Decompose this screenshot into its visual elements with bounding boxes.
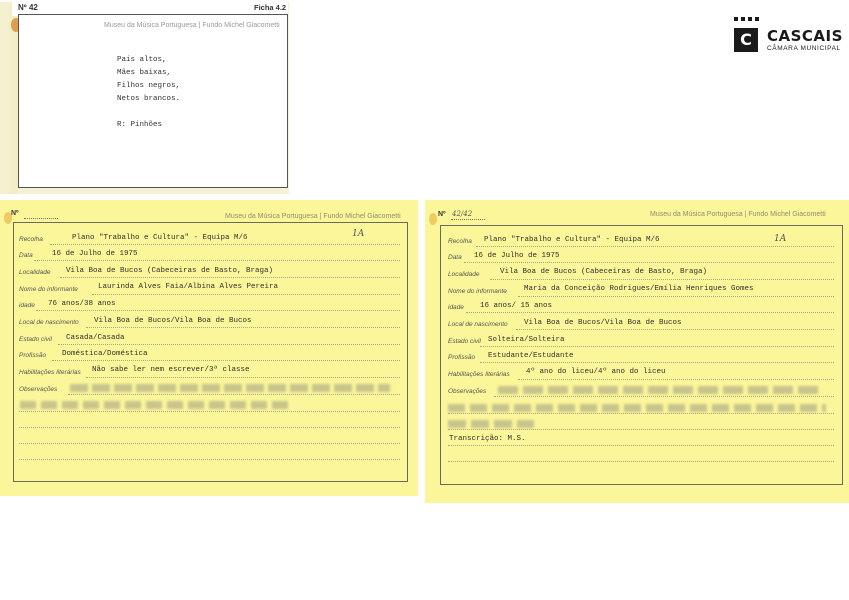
row-line (68, 394, 400, 395)
poem-line-3: Filhos negros, (117, 82, 181, 90)
habilitacoes-value: 4º ano do liceu/4º ano do liceu (526, 368, 666, 376)
top-card-institution: Museu da Música Portuguesa | Fundo Miche… (104, 22, 280, 29)
habilitacoes-label: Habilitações literárias (448, 371, 510, 378)
poem-line-2: Mães baixas, (117, 69, 172, 77)
poem-footer: R: Pinhões (117, 121, 163, 129)
row-line (92, 294, 400, 295)
obs-redacted-3 (448, 420, 534, 428)
right-number-underline (451, 219, 485, 220)
profissao-label: Profissão (448, 354, 476, 361)
left-card-institution: Museu da Música Portuguesa | Fundo Miche… (225, 213, 401, 220)
row-line (516, 329, 834, 330)
nascimento-label: Local de nascimento (448, 321, 508, 328)
recolha-label: Recolha (448, 238, 472, 245)
row-line (490, 279, 834, 280)
logo-mark: C (734, 28, 758, 52)
row-line (58, 344, 400, 345)
idade-value: 76 anos/38 anos (48, 300, 116, 308)
row-line (19, 443, 400, 444)
top-card-number: Nº 42 (18, 3, 38, 12)
row-line (518, 379, 834, 380)
logo-dot (741, 17, 745, 21)
observacoes-label: Observações (448, 388, 487, 395)
right-card-number-label: Nº (438, 211, 446, 218)
left-number-underline (24, 218, 58, 219)
row-line (86, 327, 400, 328)
informante-value: Maria da Conceição Rodrigues/Emília Henr… (524, 285, 754, 293)
nascimento-value: Vila Boa de Bucos/Vila Boa de Bucos (524, 319, 682, 327)
obs-redacted-1 (70, 384, 390, 392)
row-line (476, 246, 834, 247)
recolha-value: Plano "Trabalho e Cultura" - Equipa M/6 (72, 234, 248, 242)
logo-subtitle: CÂMARA MUNICIPAL (767, 45, 841, 52)
row-line (518, 296, 834, 297)
civil-label: Estado civil (19, 336, 52, 343)
row-line (36, 310, 400, 311)
profissao-label: Profissão (19, 352, 47, 359)
row-line (448, 445, 834, 446)
observacoes-label: Observações (19, 386, 58, 393)
top-card-number-value: 42 (28, 3, 38, 12)
informante-label: Nome do informante (19, 286, 78, 293)
row-line (19, 459, 400, 460)
row-line (448, 461, 834, 462)
right-card-number-value: 42/42 (452, 210, 473, 218)
logo-dot (748, 17, 752, 21)
row-line (19, 411, 400, 412)
right-handmark: 1A (774, 234, 787, 244)
row-line (52, 360, 400, 361)
recolha-label: Recolha (19, 236, 43, 243)
row-line (494, 396, 834, 397)
data-label: Data (448, 254, 462, 261)
nascimento-value: Vila Boa de Bucos/Vila Boa de Bucos (94, 317, 252, 325)
top-card-ficha: Ficha 4.2 (254, 3, 287, 12)
logo-dot (755, 17, 759, 21)
localidade-label: Localidade (19, 269, 51, 276)
poem-line-4: Netos brancos. (117, 95, 181, 103)
recolha-value: Plano "Trabalho e Cultura" - Equipa M/6 (484, 236, 660, 244)
informante-value: Laurinda Alves Faia/Albina Alves Pereira (98, 283, 279, 291)
right-card-institution: Museu da Música Portuguesa | Fundo Miche… (650, 211, 826, 218)
row-line (19, 427, 400, 428)
top-card-number-label: Nº (18, 3, 27, 12)
transcricao-value: Transcrição: M.S. (449, 435, 526, 443)
data-value: 16 de Julho de 1975 (474, 252, 560, 260)
habilitacoes-label: Habilitações literárias (19, 369, 81, 376)
habilitacoes-value: Não sabe ler nem escrever/3ª classe (92, 366, 250, 374)
right-stain (429, 213, 437, 225)
civil-value: Solteira/Solteira (488, 336, 565, 344)
localidade-label: Localidade (448, 271, 480, 278)
row-line (480, 346, 834, 347)
data-label: Data (19, 252, 33, 259)
row-line (466, 312, 834, 313)
localidade-value: Vila Boa de Bucos (Cabeceiras de Basto, … (500, 268, 708, 276)
row-line (86, 377, 400, 378)
data-value: 16 de Julho de 1975 (52, 250, 138, 258)
row-line (34, 260, 400, 261)
idade-label: idade (19, 302, 35, 309)
civil-label: Estado civil (448, 338, 481, 345)
logo-dot (734, 17, 738, 21)
obs-redacted-2 (20, 401, 290, 409)
civil-value: Casada/Casada (66, 334, 125, 342)
idade-label: idade (448, 304, 464, 311)
left-handmark: 1A (352, 229, 365, 239)
localidade-value: Vila Boa de Bucos (Cabeceiras de Basto, … (66, 267, 274, 275)
logo-name: CASCAIS (767, 27, 843, 45)
nascimento-label: Local de nascimento (19, 319, 79, 326)
row-line (480, 362, 834, 363)
row-line (448, 413, 834, 414)
poem-line-1: Pais altos, (117, 56, 167, 64)
row-line (50, 244, 400, 245)
left-card-number-label: Nº (11, 210, 19, 217)
row-line (60, 277, 400, 278)
profissao-value: Doméstica/Doméstica (62, 350, 148, 358)
obs-redacted-1 (498, 386, 818, 394)
row-line (448, 429, 834, 430)
row-line (464, 262, 834, 263)
informante-label: Nome do informante (448, 288, 507, 295)
profissao-value: Estudante/Estudante (488, 352, 574, 360)
obs-redacted-2 (448, 404, 826, 412)
idade-value: 16 anos/ 15 anos (480, 302, 553, 310)
